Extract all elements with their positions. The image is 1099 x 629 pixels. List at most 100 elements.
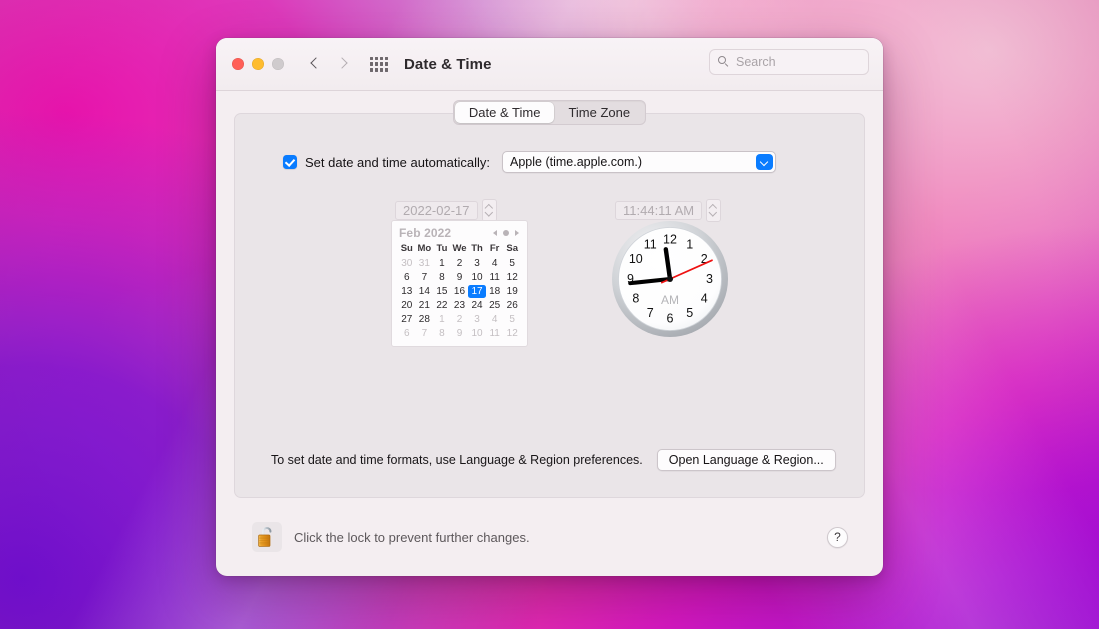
clock-numeral: 6 — [667, 311, 674, 325]
clock-numeral: 1 — [686, 238, 693, 252]
calendar-day-selected[interactable]: 17 — [468, 285, 486, 298]
zoom-button — [272, 58, 284, 70]
set-automatically-label: Set date and time automatically: — [305, 155, 490, 170]
window-body: Date & Time Time Zone Set date and time … — [216, 91, 883, 576]
minimize-button[interactable] — [252, 58, 264, 70]
calendar-day[interactable]: 12 — [503, 271, 521, 284]
calendar-day[interactable]: 20 — [398, 299, 416, 312]
navigation-buttons — [310, 56, 348, 73]
forward-chevron-icon — [337, 56, 348, 73]
calendar-day[interactable]: 6 — [398, 271, 416, 284]
formats-hint-text: To set date and time formats, use Langua… — [271, 453, 643, 467]
clock-numeral: 10 — [629, 252, 643, 266]
open-language-region-button[interactable]: Open Language & Region... — [657, 449, 836, 471]
show-all-grid-icon[interactable] — [370, 57, 388, 72]
calendar-day[interactable]: 10 — [468, 271, 486, 284]
tab-bar: Date & Time Time Zone — [216, 100, 883, 125]
search-icon — [718, 56, 730, 68]
analog-clock: 121234567891011 AM — [609, 218, 731, 340]
search-field[interactable] — [709, 49, 869, 75]
calendar-day[interactable]: 14 — [416, 285, 434, 298]
calendar-day[interactable]: 24 — [468, 299, 486, 312]
calendar-day[interactable]: 11 — [486, 327, 504, 340]
calendar-day[interactable]: 18 — [486, 285, 504, 298]
clock-numeral: 12 — [663, 232, 677, 246]
date-field-group: 2022-02-17 — [395, 199, 497, 222]
calendar-day[interactable]: 4 — [486, 313, 504, 326]
calendar-day[interactable]: 19 — [503, 285, 521, 298]
calendar-day[interactable]: 7 — [416, 327, 434, 340]
clock-meridiem-label: AM — [661, 293, 679, 307]
calendar-day[interactable]: 30 — [398, 257, 416, 270]
calendar-day[interactable]: 4 — [486, 257, 504, 270]
calendar-day[interactable]: 22 — [433, 299, 451, 312]
calendar-day[interactable]: 9 — [451, 327, 469, 340]
calendar-weekday-header: Fr — [486, 243, 504, 256]
date-field[interactable]: 2022-02-17 — [395, 201, 478, 220]
triangle-left-icon[interactable] — [493, 230, 497, 236]
clock-center-cap — [667, 276, 673, 282]
calendar-day[interactable]: 7 — [416, 271, 434, 284]
chevron-down-icon[interactable] — [756, 154, 773, 170]
calendar-day[interactable]: 25 — [486, 299, 504, 312]
calendar-day[interactable]: 12 — [503, 327, 521, 340]
close-button[interactable] — [232, 58, 244, 70]
lock-button[interactable] — [252, 522, 282, 552]
set-automatically-checkbox[interactable] — [283, 155, 297, 169]
calendar-day[interactable]: 11 — [486, 271, 504, 284]
clock-numeral: 4 — [701, 292, 708, 306]
calendar-day[interactable]: 6 — [398, 327, 416, 340]
window-footer: Click the lock to prevent further change… — [234, 498, 865, 576]
lock-hint-text: Click the lock to prevent further change… — [294, 530, 530, 545]
tab-time-zone[interactable]: Time Zone — [554, 102, 644, 123]
calendar-day[interactable]: 21 — [416, 299, 434, 312]
calendar-weekday-header: We — [451, 243, 469, 256]
clock-numeral: 5 — [686, 306, 693, 320]
calendar-day[interactable]: 5 — [503, 257, 521, 270]
calendar-day[interactable]: 8 — [433, 271, 451, 284]
calendar-day[interactable]: 16 — [451, 285, 469, 298]
date-and-time-window: Date & Time Date & Time Time Zone Set da… — [216, 38, 883, 576]
calendar-day[interactable]: 8 — [433, 327, 451, 340]
search-input[interactable] — [736, 55, 856, 69]
calendar-day[interactable]: 10 — [468, 327, 486, 340]
calendar-day[interactable]: 9 — [451, 271, 469, 284]
calendar-day[interactable]: 1 — [433, 313, 451, 326]
calendar-header: Feb 2022 — [398, 226, 521, 243]
calendar-day[interactable]: 26 — [503, 299, 521, 312]
tab-date-and-time[interactable]: Date & Time — [455, 102, 555, 123]
calendar-day[interactable]: 2 — [451, 313, 469, 326]
set-automatically-row: Set date and time automatically: Apple (… — [283, 151, 776, 173]
calendar-day[interactable]: 3 — [468, 313, 486, 326]
calendar-day[interactable]: 28 — [416, 313, 434, 326]
calendar-day[interactable]: 15 — [433, 285, 451, 298]
calendar-day[interactable]: 31 — [416, 257, 434, 270]
clock-numeral: 3 — [706, 272, 713, 286]
content-panel: Set date and time automatically: Apple (… — [234, 113, 865, 498]
calendar-widget[interactable]: Feb 2022 SuMoTuWeThFrSa30311234567891011… — [391, 220, 528, 347]
calendar-grid: SuMoTuWeThFrSa30311234567891011121314151… — [398, 243, 521, 340]
calendar-day[interactable]: 2 — [451, 257, 469, 270]
date-stepper[interactable] — [482, 199, 497, 222]
clock-numeral: 7 — [647, 306, 654, 320]
calendar-weekday-header: Th — [468, 243, 486, 256]
calendar-nav — [493, 230, 519, 236]
help-button[interactable]: ? — [827, 527, 848, 548]
time-server-combobox[interactable]: Apple (time.apple.com.) — [502, 151, 776, 173]
calendar-month-label: Feb 2022 — [399, 226, 451, 240]
dot-icon[interactable] — [503, 230, 509, 236]
calendar-day[interactable]: 23 — [451, 299, 469, 312]
calendar-day[interactable]: 1 — [433, 257, 451, 270]
calendar-day[interactable]: 3 — [468, 257, 486, 270]
segmented-control: Date & Time Time Zone — [453, 100, 646, 125]
analog-clock-svg: 121234567891011 AM — [609, 218, 731, 340]
triangle-right-icon[interactable] — [515, 230, 519, 236]
calendar-day[interactable]: 27 — [398, 313, 416, 326]
calendar-day[interactable]: 5 — [503, 313, 521, 326]
time-server-value: Apple (time.apple.com.) — [510, 155, 642, 169]
back-chevron-icon[interactable] — [310, 56, 321, 73]
calendar-weekday-header: Sa — [503, 243, 521, 256]
calendar-day[interactable]: 13 — [398, 285, 416, 298]
unlocked-padlock-icon — [257, 526, 277, 548]
calendar-weekday-header: Su — [398, 243, 416, 256]
